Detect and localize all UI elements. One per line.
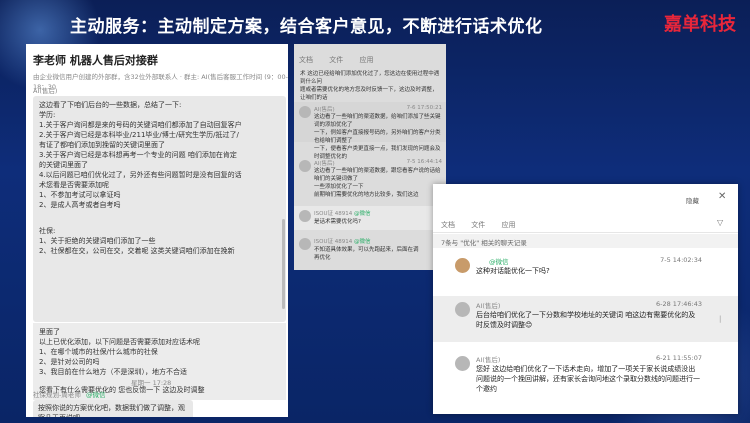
message-line: 2、社保都在交，公司在交，交着呢 这类关键词咱们添加在挽新 bbox=[39, 247, 235, 255]
wechat-tag: @微信 bbox=[353, 239, 371, 245]
message-line: 前期咱们需要优化的地方比较多，我们这边 bbox=[314, 192, 419, 198]
message-line: 以上已优化添加，以下问题是否需要添加对应话术呢 bbox=[39, 338, 200, 346]
sender-name: AI(售后) bbox=[476, 302, 501, 310]
sender-name: ISOU证 48914 @微信 bbox=[314, 209, 370, 217]
message-line: 2.关于客户询已经是本科毕业/211毕业/博士/研究生学历/抵过了/ bbox=[39, 131, 239, 139]
message-line: 里面了 bbox=[39, 328, 60, 336]
sender-name-text: 社保规划-周老师 bbox=[33, 391, 81, 399]
message-line: 4.以后问题已咱们优化过了，另外还有些问题暂时是没有回复的话 bbox=[39, 171, 242, 179]
chat-meta: 由企业微信用户创建的外部群，含32位外部联系人 · 群主: AI(售后客服工作时… bbox=[33, 73, 288, 91]
message-line: 3、我目前在什么地方（不是深圳），地方不合适 bbox=[39, 368, 187, 376]
history-message[interactable]: @微信 7-5 14:02:34 这种对话能优化一下吗? bbox=[433, 252, 738, 292]
avatar bbox=[299, 238, 311, 250]
more-icon[interactable]: | bbox=[719, 315, 721, 323]
message-line: 2、是成人高考或者自考吗 bbox=[39, 201, 121, 209]
chat-header: 李老师 机器人售后对接群 由企业微信用户创建的外部群，含32位外部联系人 · 群… bbox=[33, 52, 288, 91]
sender-name: 社保规划-周老师 @微信 bbox=[33, 389, 105, 399]
message-line: 这边看了一些咱们的渠道数据，跟您看客户说的话给咱们的关键词做了 bbox=[314, 168, 441, 182]
message-line: 这边看了一些咱们的渠道数据，给咱们添加了些关键词的添加优化了 bbox=[314, 114, 441, 128]
message-bubble: 按照你说的方案优化吧，数据我们做了调整，观察几天再说吧 bbox=[33, 400, 193, 417]
wechat-tag: @微信 bbox=[85, 391, 106, 399]
avatar bbox=[299, 106, 311, 118]
sender-name-text: ISOU证 bbox=[314, 211, 333, 217]
message-line: 学历: bbox=[39, 111, 56, 119]
message-line: 有证了都咱们添加到挽留的关键词里面了 bbox=[39, 141, 165, 149]
sender-name: AI(售后) bbox=[314, 161, 335, 167]
message-line: 1.关于客户询问都是来的号码的关键词咱们都添加了自动回复客户 bbox=[39, 121, 242, 129]
wechat-tag: @微信 bbox=[353, 211, 371, 217]
search-chat-panel: 文档 文件 应用 术 这边已经给咱们添加优化过了，您这边在使用过程中遇到什么问 … bbox=[294, 44, 446, 270]
day-separator: 星期一 17:28 bbox=[131, 379, 172, 387]
message-block: AI(售后) 7-5 16:44:14 这边看了一些咱们的渠道数据，跟您看客户说… bbox=[294, 156, 446, 198]
message-line: 是话术需要优化吗? bbox=[314, 219, 361, 225]
message-line: 不知道具体效果，可以先跑起来，后面在调 bbox=[314, 247, 419, 253]
sender-name-text: ISOU证 bbox=[314, 239, 333, 245]
avatar bbox=[455, 356, 470, 371]
tab-docs[interactable]: 文档 bbox=[299, 56, 313, 64]
message-line: 一些添加优化了一下 bbox=[314, 184, 364, 190]
message-line: 1、关于拒绝的关键词咱们添加了一些 bbox=[39, 237, 156, 245]
message-time: 6-21 11:55:07 bbox=[655, 354, 702, 362]
history-message[interactable]: AI(售后) 6-21 11:55:07 您好 这边给咱们优化了一下话术走向，增… bbox=[433, 350, 738, 412]
brand-logo: 嘉单科技 bbox=[664, 14, 736, 35]
tab-files[interactable]: 文件 bbox=[471, 221, 485, 229]
message-block: ISOU证 48914 @微信 不知道具体效果，可以先跑起来，后面在调 再优化 bbox=[294, 234, 446, 268]
message-time: 7-6 17:50:21 bbox=[406, 105, 442, 111]
chat-title: 李老师 机器人售后对接群 bbox=[33, 54, 158, 67]
message-line: 3.关于客户询已经是本科想再考一个专业的问题 咱们添加在肯定 bbox=[39, 151, 237, 159]
hide-link[interactable]: 隐藏 bbox=[686, 195, 699, 205]
message-line: 术您看是否需要添加呢 bbox=[39, 181, 109, 189]
group-chat-panel: 李老师 机器人售后对接群 由企业微信用户创建的外部群，含32位外部联系人 · 群… bbox=[26, 44, 288, 417]
message-text: 您好 这边给咱们优化了一下话术走向，增加了一项关于家长说成绩没出问题说的一个挽回… bbox=[476, 365, 700, 393]
message-line: 1、不参加考试可以拿证吗 bbox=[39, 191, 121, 199]
message-time: 7-5 14:02:34 bbox=[660, 256, 702, 264]
message-block: AI(售后) 7-6 17:50:21 这边看了一些咱们的渠道数据，给咱们添加了… bbox=[294, 102, 446, 160]
history-search-panel: 隐藏 ✕ 文档 文件 应用 ▽ 7条与 "优化" 相关的聊天记录 @微信 7-5… bbox=[433, 184, 738, 414]
divider bbox=[433, 232, 738, 233]
message-line: 题或者需要优化的地方您及时反馈一下，这边及时调整，让咱们的话 bbox=[300, 87, 438, 101]
avatar bbox=[299, 160, 311, 172]
avatar bbox=[455, 302, 470, 317]
panel-topbar: 隐藏 ✕ bbox=[433, 184, 738, 206]
sender-id: 48914 bbox=[334, 239, 353, 245]
sender-name: @微信 bbox=[489, 258, 509, 266]
tab-docs[interactable]: 文档 bbox=[441, 221, 455, 229]
message-line: 的关键词里面了 bbox=[39, 161, 88, 169]
sender-name: AI(售后) bbox=[476, 356, 501, 364]
message-line: 2、是针对公司的吗 bbox=[39, 358, 100, 366]
tab-apps[interactable]: 应用 bbox=[359, 56, 373, 64]
avatar bbox=[299, 210, 311, 222]
avatar bbox=[455, 258, 470, 273]
scrollbar[interactable] bbox=[282, 219, 285, 309]
message-time: 6-28 17:46:43 bbox=[655, 300, 702, 308]
message-block: 术 这边已经给咱们添加优化过了，您这边在使用过程中遇到什么问 题或者需要优化的地… bbox=[294, 70, 446, 102]
message-line: 术 这边已经给咱们添加优化过了，您这边在使用过程中遇到什么问 bbox=[300, 71, 440, 85]
slide-title: 主动服务：主动制定方案，结合客户意见，不断进行话术优化 bbox=[70, 17, 543, 37]
message-text: 这种对话能优化一下吗? bbox=[476, 267, 550, 275]
message-line: 1、在哪个城市的社保/什么城市的社保 bbox=[39, 348, 158, 356]
tab-apps[interactable]: 应用 bbox=[501, 221, 515, 229]
close-icon[interactable]: ✕ bbox=[718, 191, 726, 202]
filter-icon[interactable]: ▽ bbox=[717, 218, 723, 227]
history-message[interactable]: AI(售后) 6-28 17:46:43 后台给咱们优化了一下分数和学校地址的关… bbox=[433, 296, 738, 342]
tab-files[interactable]: 文件 bbox=[329, 56, 343, 64]
message-block: ISOU证 48914 @微信 是话术需要优化吗? bbox=[294, 206, 446, 230]
record-count: 7条与 "优化" 相关的聊天记录 bbox=[433, 234, 738, 248]
message-bubble: 这边看了下咱们后台的一些数据，总结了一下: 学历: 1.关于客户询问都是来的号码… bbox=[33, 96, 286, 322]
sender-name: ISOU证 48914 @微信 bbox=[314, 237, 370, 245]
sender-id: 48914 bbox=[334, 211, 353, 217]
message-line: 这边看了下咱们后台的一些数据，总结了一下: bbox=[39, 101, 182, 109]
message-line: 再优化 bbox=[314, 255, 331, 261]
message-line: 社保: bbox=[39, 227, 56, 235]
tab-bar: 文档 文件 应用 bbox=[299, 55, 387, 65]
message-text: 后台给咱们优化了一下分数和学校地址的关键词 咱这边有需要优化的及时反馈及时调整😊 bbox=[476, 311, 696, 329]
message-line: 一下，例如客户直接报号码的，另外咱们的客户分类也给咱们调整了 bbox=[314, 130, 441, 144]
message-time: 7-5 16:44:14 bbox=[406, 159, 442, 165]
tab-bar: 文档 文件 应用 bbox=[441, 220, 529, 230]
sender-name: AI(售后) bbox=[33, 87, 58, 95]
sender-name: AI(售后) bbox=[314, 107, 335, 113]
